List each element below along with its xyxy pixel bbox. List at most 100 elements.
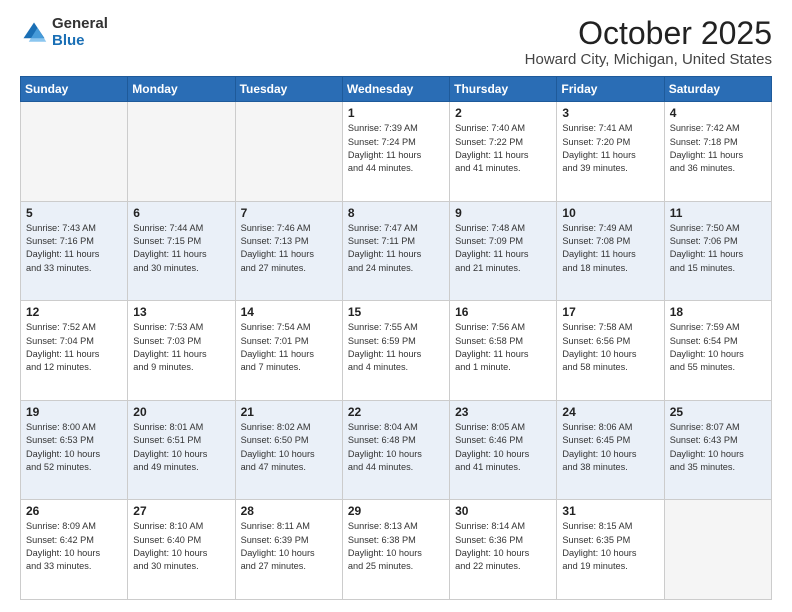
day-number: 14 (241, 305, 337, 319)
calendar-cell: 4 Sunrise: 7:42 AM Sunset: 7:18 PM Daylig… (664, 102, 771, 202)
page: General Blue October 2025 Howard City, M… (0, 0, 792, 612)
logo-icon (20, 19, 48, 47)
day-info: Sunrise: 8:11 AM Sunset: 6:39 PM Dayligh… (241, 520, 337, 573)
day-info: Sunrise: 7:40 AM Sunset: 7:22 PM Dayligh… (455, 122, 551, 175)
day-number: 27 (133, 504, 229, 518)
calendar-week-row: 12 Sunrise: 7:52 AM Sunset: 7:04 PM Dayli… (21, 301, 772, 401)
day-info: Sunrise: 8:02 AM Sunset: 6:50 PM Dayligh… (241, 421, 337, 474)
day-number: 20 (133, 405, 229, 419)
day-number: 4 (670, 106, 766, 120)
calendar-header-wednesday: Wednesday (342, 77, 449, 102)
day-number: 31 (562, 504, 658, 518)
logo-text: General Blue (52, 16, 108, 49)
day-number: 3 (562, 106, 658, 120)
day-info: Sunrise: 7:54 AM Sunset: 7:01 PM Dayligh… (241, 321, 337, 374)
logo: General Blue (20, 16, 108, 49)
calendar-cell (235, 102, 342, 202)
day-info: Sunrise: 7:52 AM Sunset: 7:04 PM Dayligh… (26, 321, 122, 374)
day-number: 2 (455, 106, 551, 120)
calendar-header-sunday: Sunday (21, 77, 128, 102)
day-info: Sunrise: 7:42 AM Sunset: 7:18 PM Dayligh… (670, 122, 766, 175)
day-number: 6 (133, 206, 229, 220)
day-info: Sunrise: 7:44 AM Sunset: 7:15 PM Dayligh… (133, 222, 229, 275)
day-number: 17 (562, 305, 658, 319)
day-number: 25 (670, 405, 766, 419)
logo-general: General (52, 16, 108, 33)
calendar-cell: 7Sunrise: 7:46 AM Sunset: 7:13 PM Daylig… (235, 201, 342, 301)
day-number: 1 (348, 106, 444, 120)
calendar-cell: 29Sunrise: 8:13 AM Sunset: 6:38 PM Dayli… (342, 500, 449, 600)
day-info: Sunrise: 7:43 AM Sunset: 7:16 PM Dayligh… (26, 222, 122, 275)
day-number: 10 (562, 206, 658, 220)
calendar-cell: 13 Sunrise: 7:53 AM Sunset: 7:03 PM Dayli… (128, 301, 235, 401)
calendar-table: SundayMondayTuesdayWednesdayThursdayFrid… (20, 76, 772, 600)
day-number: 22 (348, 405, 444, 419)
calendar-cell: 25Sunrise: 8:07 AM Sunset: 6:43 PM Dayli… (664, 400, 771, 500)
day-number: 13 (133, 305, 229, 319)
title-block: October 2025 Howard City, Michigan, Unit… (525, 16, 772, 68)
day-info: Sunrise: 7:41 AM Sunset: 7:20 PM Dayligh… (562, 122, 658, 175)
day-info: Sunrise: 7:50 AM Sunset: 7:06 PM Dayligh… (670, 222, 766, 275)
calendar-week-row: 1 Sunrise: 7:39 AM Sunset: 7:24 PM Daylig… (21, 102, 772, 202)
calendar-cell: 8Sunrise: 7:47 AM Sunset: 7:11 PM Daylig… (342, 201, 449, 301)
calendar-week-row: 19Sunrise: 8:00 AM Sunset: 6:53 PM Dayli… (21, 400, 772, 500)
calendar-cell: 23Sunrise: 8:05 AM Sunset: 6:46 PM Dayli… (450, 400, 557, 500)
calendar-cell: 16 Sunrise: 7:56 AM Sunset: 6:58 PM Dayli… (450, 301, 557, 401)
calendar-header-tuesday: Tuesday (235, 77, 342, 102)
day-info: Sunrise: 7:58 AM Sunset: 6:56 PM Dayligh… (562, 321, 658, 374)
calendar-cell: 6 Sunrise: 7:44 AM Sunset: 7:15 PM Daylig… (128, 201, 235, 301)
calendar-header-monday: Monday (128, 77, 235, 102)
calendar-week-row: 5 Sunrise: 7:43 AM Sunset: 7:16 PM Daylig… (21, 201, 772, 301)
calendar-cell: 31 Sunrise: 8:15 AM Sunset: 6:35 PM Dayli… (557, 500, 664, 600)
calendar-cell (664, 500, 771, 600)
calendar-cell: 22Sunrise: 8:04 AM Sunset: 6:48 PM Dayli… (342, 400, 449, 500)
day-info: Sunrise: 8:00 AM Sunset: 6:53 PM Dayligh… (26, 421, 122, 474)
day-number: 7 (241, 206, 337, 220)
day-info: Sunrise: 8:15 AM Sunset: 6:35 PM Dayligh… (562, 520, 658, 573)
day-number: 8 (348, 206, 444, 220)
calendar-cell: 1 Sunrise: 7:39 AM Sunset: 7:24 PM Daylig… (342, 102, 449, 202)
calendar-cell: 10 Sunrise: 7:49 AM Sunset: 7:08 PM Dayli… (557, 201, 664, 301)
calendar-cell: 12 Sunrise: 7:52 AM Sunset: 7:04 PM Dayli… (21, 301, 128, 401)
calendar-cell: 18Sunrise: 7:59 AM Sunset: 6:54 PM Dayli… (664, 301, 771, 401)
day-info: Sunrise: 7:48 AM Sunset: 7:09 PM Dayligh… (455, 222, 551, 275)
day-info: Sunrise: 8:09 AM Sunset: 6:42 PM Dayligh… (26, 520, 122, 573)
location-title: Howard City, Michigan, United States (525, 51, 772, 68)
calendar-cell: 24 Sunrise: 8:06 AM Sunset: 6:45 PM Dayli… (557, 400, 664, 500)
calendar-cell: 20Sunrise: 8:01 AM Sunset: 6:51 PM Dayli… (128, 400, 235, 500)
calendar-cell: 5 Sunrise: 7:43 AM Sunset: 7:16 PM Daylig… (21, 201, 128, 301)
calendar-cell (128, 102, 235, 202)
calendar-cell: 11 Sunrise: 7:50 AM Sunset: 7:06 PM Dayli… (664, 201, 771, 301)
day-info: Sunrise: 7:53 AM Sunset: 7:03 PM Dayligh… (133, 321, 229, 374)
day-info: Sunrise: 8:06 AM Sunset: 6:45 PM Dayligh… (562, 421, 658, 474)
day-info: Sunrise: 8:10 AM Sunset: 6:40 PM Dayligh… (133, 520, 229, 573)
calendar-cell: 28Sunrise: 8:11 AM Sunset: 6:39 PM Dayli… (235, 500, 342, 600)
day-number: 12 (26, 305, 122, 319)
day-number: 21 (241, 405, 337, 419)
calendar-cell: 3 Sunrise: 7:41 AM Sunset: 7:20 PM Daylig… (557, 102, 664, 202)
calendar-cell: 15 Sunrise: 7:55 AM Sunset: 6:59 PM Dayli… (342, 301, 449, 401)
day-info: Sunrise: 7:49 AM Sunset: 7:08 PM Dayligh… (562, 222, 658, 275)
logo-blue: Blue (52, 33, 108, 50)
day-number: 15 (348, 305, 444, 319)
calendar-header-friday: Friday (557, 77, 664, 102)
day-number: 16 (455, 305, 551, 319)
calendar-cell: 26Sunrise: 8:09 AM Sunset: 6:42 PM Dayli… (21, 500, 128, 600)
day-number: 9 (455, 206, 551, 220)
day-number: 29 (348, 504, 444, 518)
calendar-header-row: SundayMondayTuesdayWednesdayThursdayFrid… (21, 77, 772, 102)
day-number: 18 (670, 305, 766, 319)
calendar-header-saturday: Saturday (664, 77, 771, 102)
day-info: Sunrise: 7:56 AM Sunset: 6:58 PM Dayligh… (455, 321, 551, 374)
day-info: Sunrise: 8:14 AM Sunset: 6:36 PM Dayligh… (455, 520, 551, 573)
day-number: 30 (455, 504, 551, 518)
calendar-cell: 14 Sunrise: 7:54 AM Sunset: 7:01 PM Dayli… (235, 301, 342, 401)
day-info: Sunrise: 7:55 AM Sunset: 6:59 PM Dayligh… (348, 321, 444, 374)
day-number: 5 (26, 206, 122, 220)
calendar-week-row: 26Sunrise: 8:09 AM Sunset: 6:42 PM Dayli… (21, 500, 772, 600)
calendar-cell: 30 Sunrise: 8:14 AM Sunset: 6:36 PM Dayli… (450, 500, 557, 600)
day-info: Sunrise: 7:39 AM Sunset: 7:24 PM Dayligh… (348, 122, 444, 175)
day-number: 24 (562, 405, 658, 419)
day-number: 11 (670, 206, 766, 220)
calendar-cell: 17 Sunrise: 7:58 AM Sunset: 6:56 PM Dayli… (557, 301, 664, 401)
